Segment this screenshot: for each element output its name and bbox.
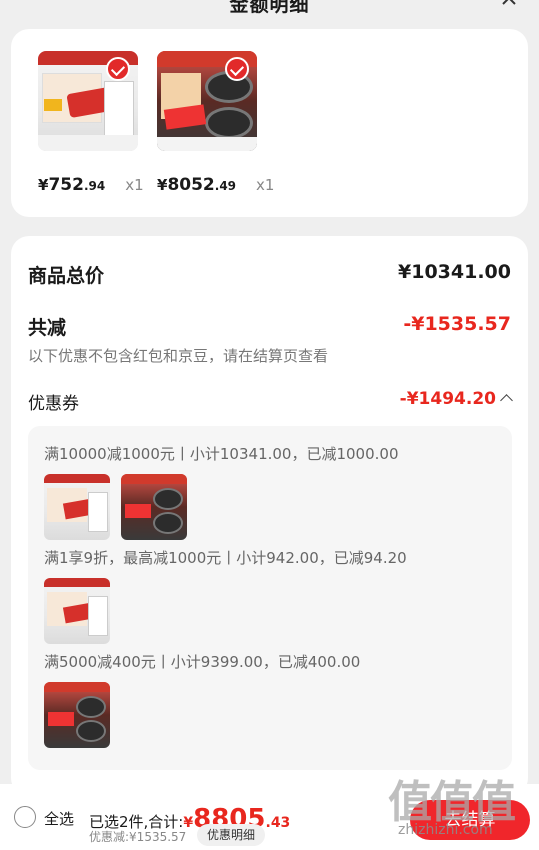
reduce-label: 共减 (28, 317, 67, 339)
product-image[interactable] (157, 51, 257, 151)
product-card: ¥752.94 x1 ¥8052.49 x1 (11, 29, 528, 217)
select-all-label[interactable]: 全选 (44, 808, 74, 829)
chevron-up-icon[interactable] (500, 394, 513, 407)
modal-title: 金额明细 (229, 0, 310, 16)
coupon-rule: 满5000减400元丨小计9399.00，已减400.00 (44, 653, 361, 671)
total-row: 商品总价 ¥10341.00 (28, 261, 511, 288)
price-integer: 8052 (167, 175, 215, 195)
coupon-rule: 满10000减1000元丨小计10341.00，已减1000.00 (44, 445, 399, 463)
watermark-url: zhizhizhi.com (398, 822, 493, 838)
product-item-washer-2[interactable]: ¥8052.49 x1 (157, 51, 274, 195)
price-decimal: .49 (214, 179, 237, 193)
product-price-row: ¥8052.49 x1 (157, 175, 274, 195)
discount-detail-button[interactable]: 优惠明细 (197, 824, 265, 846)
summary-card: 商品总价 ¥10341.00 共减 -¥1535.57 以下优惠不包含红包和京豆… (11, 236, 528, 796)
watermark-logo: 值值值 (388, 777, 516, 828)
total-value: ¥10341.00 (398, 261, 511, 283)
select-all-radio[interactable] (14, 806, 36, 828)
close-icon[interactable] (497, 0, 521, 10)
coupon-value: -¥1494.20 (399, 389, 496, 409)
price-currency: ¥ (157, 176, 168, 194)
product-item-washer-1[interactable]: ¥752.94 x1 (38, 51, 144, 195)
coupon-product-image (44, 578, 110, 644)
discount-summary: 优惠减:¥1535.57 (89, 830, 187, 844)
reduce-row: 共减 -¥1535.57 (28, 313, 511, 340)
modal-header: 金额明细 (0, 0, 539, 24)
reduce-note-text: 以下优惠不包含红包和京豆，请在结算页查看 (28, 347, 329, 365)
coupon-detail-box: 满10000减1000元丨小计10341.00，已减1000.00 满1享9折，… (28, 426, 512, 770)
reduce-value: -¥1535.57 (403, 313, 511, 335)
price-currency: ¥ (38, 176, 49, 194)
selected-check-icon[interactable] (225, 57, 249, 81)
coupon-value-group[interactable]: -¥1494.20 (399, 389, 513, 409)
coupon-label: 优惠券 (28, 394, 79, 414)
reduce-note: 以下优惠不包含红包和京豆，请在结算页查看 (28, 345, 511, 366)
price-decimal: .94 (83, 179, 106, 193)
product-quantity: x1 (125, 176, 144, 194)
coupon-product-image (44, 682, 110, 748)
coupon-row[interactable]: 优惠券 -¥1494.20 (28, 389, 513, 414)
coupon-product-image (121, 474, 187, 540)
product-image[interactable] (38, 51, 138, 151)
total-label: 商品总价 (28, 265, 105, 287)
total-decimal: .43 (265, 815, 291, 831)
coupon-rule: 满1享9折，最高减1000元丨小计942.00，已减94.20 (44, 549, 407, 567)
price-integer: 752 (48, 175, 84, 195)
product-price-row: ¥752.94 x1 (38, 175, 144, 195)
coupon-product-image (44, 474, 110, 540)
product-quantity: x1 (256, 176, 275, 194)
selected-check-icon[interactable] (106, 57, 130, 81)
